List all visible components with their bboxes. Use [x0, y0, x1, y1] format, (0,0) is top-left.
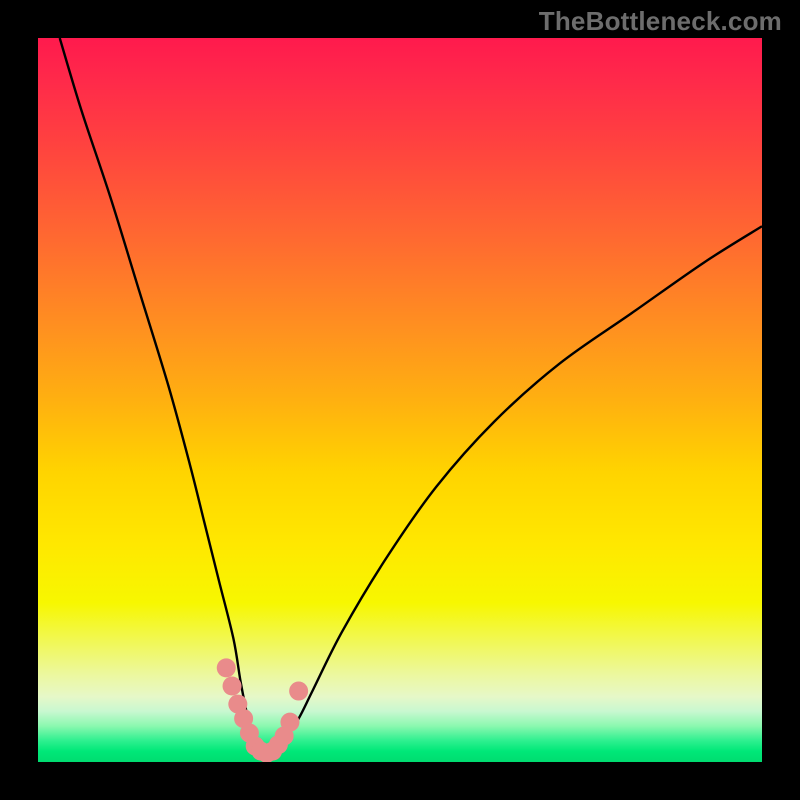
attribution-label: TheBottleneck.com	[539, 6, 782, 37]
plot-svg	[38, 38, 762, 762]
chart-frame: TheBottleneck.com	[0, 0, 800, 800]
bottleneck-curve	[60, 38, 762, 756]
highlight-marker	[280, 713, 299, 732]
highlight-marker	[223, 676, 242, 695]
marker-layer	[217, 658, 308, 762]
plot-area	[38, 38, 762, 762]
highlight-marker	[289, 682, 308, 701]
highlight-marker	[217, 658, 236, 677]
curve-layer	[60, 38, 762, 756]
